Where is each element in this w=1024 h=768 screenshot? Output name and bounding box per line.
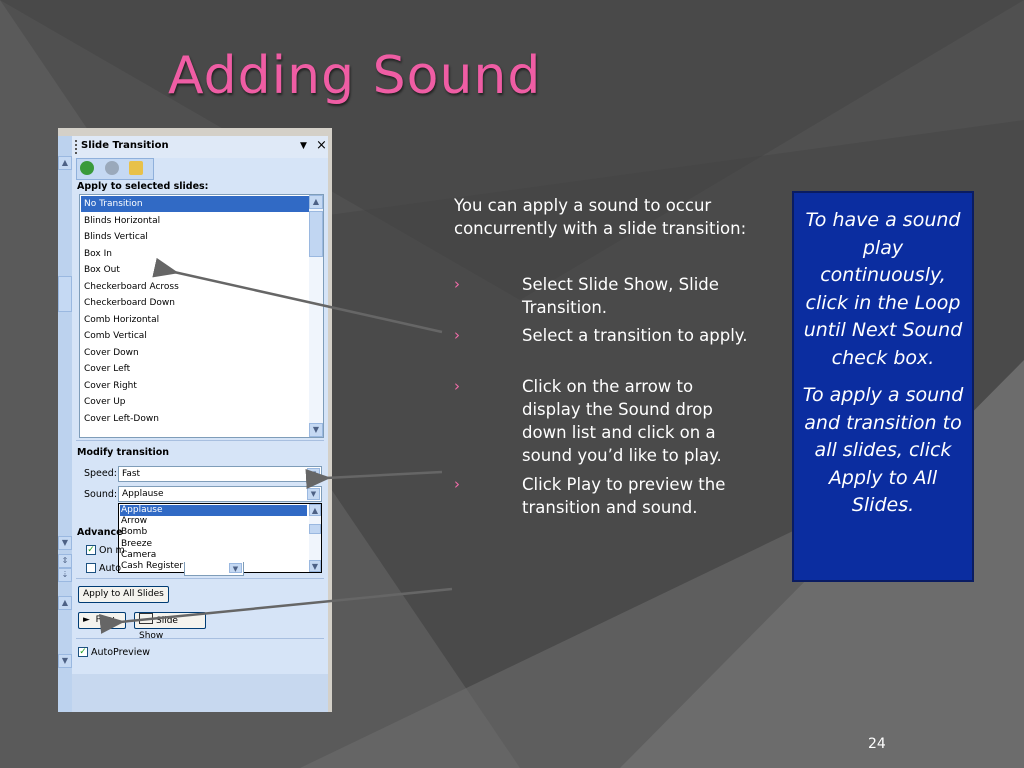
close-icon[interactable]: ×: [316, 138, 327, 153]
transition-item[interactable]: Checkerboard Down: [81, 295, 310, 311]
chevron-down-icon[interactable]: ▼: [307, 468, 320, 480]
speed-value: Fast: [122, 469, 141, 479]
play-label: Play: [95, 615, 115, 625]
transition-item[interactable]: Blinds Horizontal: [81, 213, 310, 229]
back-icon[interactable]: [80, 161, 94, 175]
sound-option[interactable]: Breeze: [120, 539, 307, 550]
strip-thumb[interactable]: [58, 276, 72, 312]
callout-apply-text: To apply a sound and transition to all s…: [802, 384, 964, 516]
sound-option[interactable]: Bomb: [120, 527, 307, 538]
apply-to-all-slides-button[interactable]: Apply to All Slides: [78, 586, 169, 603]
play-icon: ►: [83, 615, 96, 625]
list-scrollbar[interactable]: ▲ ▼: [309, 195, 323, 437]
list-scroll-thumb[interactable]: [309, 211, 323, 257]
transition-item[interactable]: Cover Down: [81, 345, 310, 361]
sound-select[interactable]: Applause ▼: [118, 486, 322, 502]
divider: [76, 440, 324, 441]
home-icon[interactable]: [129, 161, 143, 175]
modify-transition-label: Modify transition: [77, 447, 170, 458]
strip-down-icon[interactable]: ▼: [58, 536, 72, 550]
transition-item[interactable]: Comb Horizontal: [81, 312, 310, 328]
pane-scroll-strip: ▲ ▼ ⇕ ⇣ ▲ ▼: [58, 136, 72, 712]
speed-label: Speed:: [84, 468, 117, 479]
bullet-marker-3: ›: [454, 377, 460, 395]
play-button[interactable]: ► Play: [78, 612, 126, 629]
strip-up-icon[interactable]: ▲: [58, 156, 72, 170]
strip-up2-icon[interactable]: ▲: [58, 596, 72, 610]
transition-item[interactable]: No Transition: [81, 196, 310, 212]
forward-icon[interactable]: [105, 161, 119, 175]
slide-title: Adding Sound: [168, 46, 542, 106]
pane-menu-arrow-icon[interactable]: ▼: [300, 141, 307, 151]
transition-item[interactable]: Cover Up: [81, 394, 310, 410]
pane-footer: [72, 674, 328, 712]
dropdown-scroll-up-icon[interactable]: ▲: [309, 504, 321, 516]
transition-item[interactable]: Box Out: [81, 262, 310, 278]
strip-down3-icon[interactable]: ▼: [58, 654, 72, 668]
slide-show-button[interactable]: Slide Show: [134, 612, 206, 641]
callout-box: To have a sound play continuously, click…: [792, 191, 974, 582]
bullet-1: Select Slide Show, Slide Transition.: [522, 275, 719, 317]
transition-item[interactable]: Checkerboard Across: [81, 279, 310, 295]
projector-icon: [139, 613, 153, 624]
bullet-marker-4: ›: [454, 475, 460, 493]
page-number: 24: [868, 736, 886, 752]
dropdown-scroll-down-icon[interactable]: ▼: [309, 560, 321, 572]
on-mouse-click-checkbox[interactable]: ✓: [86, 545, 96, 555]
spinner-arrow-icon[interactable]: ▼: [229, 563, 242, 573]
transition-item[interactable]: Box In: [81, 246, 310, 262]
bullet-2: Select a transition to apply.: [522, 326, 748, 345]
on-mouse-label: On m: [99, 545, 125, 556]
strip-expand-icon[interactable]: ⇕: [58, 554, 72, 568]
autopreview-checkbox[interactable]: ✓: [78, 647, 88, 657]
bullet-4: Click Play to preview the transition and…: [522, 475, 726, 517]
transition-list[interactable]: Cover Left-Down Cover Up Cover Right Cover …: [79, 194, 324, 438]
sound-value: Applause: [122, 489, 164, 499]
bullet-3: Click on the arrow to display the Sound …: [522, 377, 722, 465]
bullet-marker-2: ›: [454, 326, 460, 344]
body-intro: You can apply a sound to occur concurren…: [454, 196, 747, 238]
chevron-down-icon[interactable]: ▼: [307, 488, 320, 500]
auto-time-spinner[interactable]: ▼: [184, 562, 244, 576]
pane-header: Slide Transition ▼ ×: [72, 136, 328, 158]
pane-content: Slide Transition ▼ × Apply to selected s…: [72, 136, 328, 712]
dropdown-scrollbar[interactable]: ▲ ▼: [309, 504, 321, 572]
dropdown-scroll-thumb[interactable]: [309, 524, 321, 534]
slide-transition-pane: ▲ ▼ ⇕ ⇣ ▲ ▼ Slide Transition ▼ × Apply t…: [58, 128, 332, 712]
auto-checkbox[interactable]: [86, 563, 96, 573]
sound-label: Sound:: [84, 489, 118, 500]
callout-loop-text: To have a sound play continuously, click…: [803, 209, 963, 369]
transition-item[interactable]: Cover Left-Down: [81, 411, 310, 427]
transition-item[interactable]: Cover Right: [81, 378, 310, 394]
list-scroll-down-icon[interactable]: ▼: [309, 423, 323, 437]
transition-item[interactable]: Comb Vertical: [81, 328, 310, 344]
divider: [76, 578, 324, 579]
speed-select[interactable]: Fast ▼: [118, 466, 322, 482]
transition-item[interactable]: Cover Left: [81, 361, 310, 377]
list-scroll-up-icon[interactable]: ▲: [309, 195, 323, 209]
sound-option[interactable]: Arrow: [120, 516, 307, 527]
transition-item[interactable]: Blinds Vertical: [81, 229, 310, 245]
advance-label: Advance: [77, 527, 123, 538]
pane-nav-bar: [76, 158, 154, 180]
divider: [76, 638, 324, 639]
grip-icon[interactable]: [75, 140, 79, 154]
autopreview-label: AutoPreview: [91, 647, 151, 658]
bullet-marker-1: ›: [454, 275, 460, 293]
pane-title: Slide Transition: [81, 140, 169, 151]
auto-label: Auto: [99, 563, 122, 574]
sound-option[interactable]: Camera: [120, 550, 307, 561]
strip-down2-icon[interactable]: ⇣: [58, 568, 72, 582]
apply-to-label: Apply to selected slides:: [77, 181, 209, 192]
sound-option[interactable]: Applause: [120, 505, 307, 516]
